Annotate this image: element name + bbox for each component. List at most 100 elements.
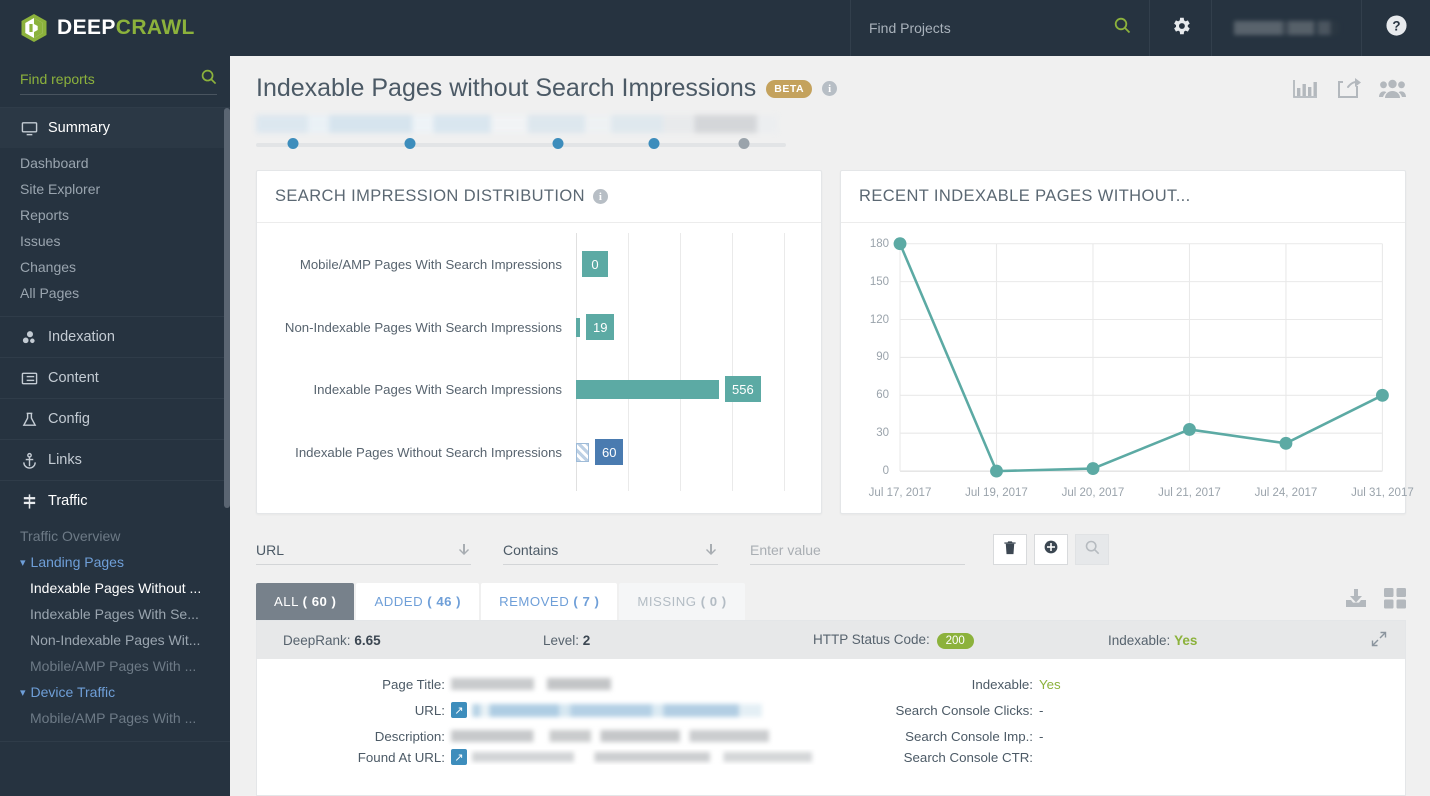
y-axis-tick-label: 60 bbox=[876, 389, 889, 402]
bar-chart-row[interactable]: Indexable Pages Without Search Impressio… bbox=[271, 439, 807, 465]
indexable-label: Indexable: bbox=[1108, 632, 1171, 648]
detail-row-url: URL: ↗ bbox=[275, 697, 831, 723]
bar-chart-row[interactable]: Indexable Pages With Search Impressions 5… bbox=[271, 376, 807, 402]
download-icon[interactable] bbox=[1344, 588, 1368, 614]
sidebar-item-config[interactable]: Config bbox=[0, 399, 230, 439]
delete-filter-button[interactable] bbox=[993, 534, 1027, 565]
sidebar-item-links[interactable]: Links bbox=[0, 440, 230, 480]
users-icon[interactable] bbox=[1379, 78, 1406, 100]
search-icon[interactable] bbox=[1114, 17, 1131, 39]
search-impression-distribution-card: SEARCH IMPRESSION DISTRIBUTION i Mobile/… bbox=[256, 170, 822, 514]
nav-section-summary: Summary Dashboard Site Explorer Reports … bbox=[0, 108, 230, 317]
chart-icon[interactable] bbox=[1292, 78, 1318, 100]
sidebar-item-indexable-pages-without[interactable]: Indexable Pages Without ... bbox=[0, 575, 230, 601]
tab-count: ( 46 ) bbox=[427, 594, 462, 609]
sidebar-item-non-indexable-pages-with[interactable]: Non-Indexable Pages Wit... bbox=[0, 627, 230, 653]
timeline-dot-2[interactable] bbox=[404, 138, 416, 149]
filter-operator-select[interactable]: Contains bbox=[503, 542, 718, 565]
apply-filter-search-button[interactable] bbox=[1075, 534, 1109, 565]
external-link-icon[interactable]: ↗ bbox=[451, 749, 467, 765]
sidebar-item-mobile-amp-pages-with-2[interactable]: Mobile/AMP Pages With ... bbox=[0, 705, 230, 731]
brand-logo-link[interactable]: DEEPCRAWL bbox=[0, 0, 230, 56]
help-button[interactable]: ? bbox=[1362, 0, 1430, 56]
card-title: SEARCH IMPRESSION DISTRIBUTION bbox=[275, 187, 585, 205]
sidebar-group-device-traffic[interactable]: Device Traffic bbox=[0, 679, 230, 705]
bar-chart-row[interactable]: Non-Indexable Pages With Search Impressi… bbox=[271, 314, 807, 340]
bar-label: Mobile/AMP Pages With Search Impressions bbox=[299, 256, 562, 272]
find-reports-input[interactable] bbox=[20, 71, 201, 87]
find-projects-input[interactable] bbox=[869, 20, 1106, 36]
tab-added[interactable]: ADDED ( 46 ) bbox=[356, 583, 480, 620]
data-point[interactable] bbox=[1183, 422, 1196, 436]
tab-removed[interactable]: REMOVED ( 7 ) bbox=[481, 583, 618, 620]
timeline-dot-3[interactable] bbox=[552, 138, 564, 149]
indexable-value: Yes bbox=[1174, 632, 1198, 648]
sidebar-item-indexation[interactable]: Indexation bbox=[0, 317, 230, 357]
sidebar-item-traffic-overview[interactable]: Traffic Overview bbox=[0, 523, 230, 549]
indexation-icon bbox=[20, 328, 38, 346]
share-icon[interactable] bbox=[1336, 77, 1361, 100]
bar-label: Indexable Pages With Search Impressions bbox=[313, 381, 563, 397]
sidebar-item-changes[interactable]: Changes bbox=[0, 254, 230, 280]
data-point[interactable] bbox=[1279, 436, 1293, 450]
filter-field-select[interactable]: URL bbox=[256, 542, 471, 565]
expand-icon[interactable] bbox=[1371, 631, 1387, 650]
sidebar-item-all-pages[interactable]: All Pages bbox=[0, 280, 230, 306]
result-summary-row[interactable]: DeepRank: 6.65 Level: 2 HTTP Status Code… bbox=[257, 621, 1405, 659]
info-icon[interactable]: i bbox=[592, 189, 608, 204]
info-icon[interactable]: i bbox=[822, 81, 838, 96]
bar-chart-row[interactable]: Mobile/AMP Pages With Search Impressions… bbox=[271, 251, 807, 277]
filter-value-input[interactable] bbox=[750, 542, 965, 558]
sidebar-item-reports[interactable]: Reports bbox=[0, 202, 230, 228]
tab-all[interactable]: ALL ( 60 ) bbox=[256, 583, 355, 620]
found-at-url-redacted[interactable] bbox=[472, 752, 812, 762]
detail-column-right: Indexable: Yes Search Console Clicks: - bbox=[831, 671, 1387, 765]
sidebar-item-issues[interactable]: Issues bbox=[0, 228, 230, 254]
detail-label: Found At URL: bbox=[357, 749, 445, 765]
sidebar-group-landing-pages[interactable]: Landing Pages bbox=[0, 549, 230, 575]
tab-missing[interactable]: MISSING ( 0 ) bbox=[619, 583, 745, 620]
data-point[interactable] bbox=[1086, 462, 1100, 476]
search-icon[interactable] bbox=[201, 69, 217, 90]
page-title: Indexable Pages without Search Impressio… bbox=[256, 74, 757, 102]
help-icon: ? bbox=[1385, 14, 1408, 42]
crawl-timeline-slider[interactable] bbox=[256, 138, 786, 152]
page-header-actions bbox=[1292, 77, 1406, 100]
x-axis-tick-label: Jul 31, 2017 bbox=[1351, 487, 1414, 499]
detail-row-description: Description: bbox=[275, 723, 831, 749]
filter-row: URL Contains bbox=[230, 514, 1430, 565]
detail-label: Search Console Clicks: bbox=[895, 702, 1033, 718]
sidebar-item-traffic[interactable]: Traffic bbox=[0, 481, 230, 521]
result-detail-grid: Page Title: URL: ↗ Description: Found At… bbox=[257, 659, 1405, 765]
sidebar-item-dashboard[interactable]: Dashboard bbox=[0, 150, 230, 176]
y-axis-tick-label: 120 bbox=[869, 313, 889, 326]
timeline-dot-4[interactable] bbox=[648, 138, 659, 149]
external-link-icon[interactable]: ↗ bbox=[451, 702, 467, 718]
url-redacted[interactable] bbox=[472, 703, 762, 717]
sidebar-item-content[interactable]: Content bbox=[0, 358, 230, 398]
add-filter-button[interactable] bbox=[1034, 534, 1068, 565]
timeline-dot-5[interactable] bbox=[738, 138, 750, 149]
arrow-down-icon bbox=[457, 543, 471, 557]
data-point[interactable] bbox=[990, 464, 1003, 478]
sidebar-item-mobile-amp-pages-with[interactable]: Mobile/AMP Pages With ... bbox=[0, 653, 230, 679]
timeline-dot-1[interactable] bbox=[287, 138, 299, 149]
filter-value-field bbox=[750, 542, 965, 565]
grid-view-icon[interactable] bbox=[1384, 588, 1406, 614]
sidebar-item-indexable-pages-with[interactable]: Indexable Pages With Se... bbox=[0, 601, 230, 627]
find-reports-field bbox=[20, 69, 217, 95]
bar-label: Indexable Pages Without Search Impressio… bbox=[295, 444, 562, 460]
settings-button[interactable] bbox=[1150, 0, 1212, 56]
result-panel: DeepRank: 6.65 Level: 2 HTTP Status Code… bbox=[256, 620, 1406, 796]
data-point[interactable] bbox=[1375, 388, 1389, 402]
y-axis-tick-label: 150 bbox=[869, 275, 889, 288]
account-menu[interactable] bbox=[1212, 0, 1362, 56]
sidebar-item-site-explorer[interactable]: Site Explorer bbox=[0, 176, 230, 202]
bar bbox=[576, 443, 589, 462]
nav-section-links: Links bbox=[0, 440, 230, 481]
sidebar-item-summary[interactable]: Summary bbox=[0, 108, 230, 148]
data-point[interactable] bbox=[893, 237, 907, 251]
level-value: 2 bbox=[582, 632, 591, 648]
sidebar-item-label: Content bbox=[48, 370, 99, 386]
